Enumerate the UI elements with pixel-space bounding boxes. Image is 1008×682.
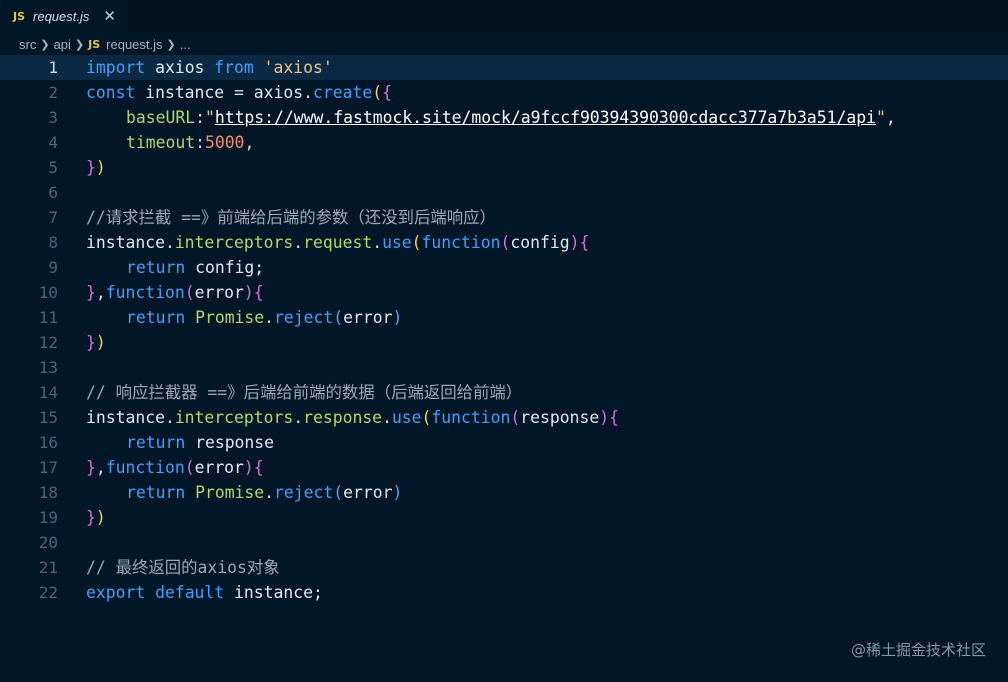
- line-number: 22: [38, 583, 58, 602]
- code-text: },function(error){: [86, 458, 264, 477]
- code-line[interactable]: 21 // 最终返回的axios对象: [0, 555, 1008, 580]
- code-line[interactable]: 6: [0, 180, 1008, 205]
- line-number: 1: [48, 58, 58, 77]
- code-line[interactable]: 19 }): [0, 505, 1008, 530]
- chevron-right-icon: ❯: [40, 38, 50, 51]
- tab-label: request.js: [33, 8, 90, 24]
- code-text: timeout:5000,: [126, 133, 255, 152]
- line-number: 5: [48, 158, 58, 177]
- line-number: 16: [38, 433, 58, 452]
- line-number: 6: [48, 183, 58, 202]
- line-number: 13: [38, 358, 58, 377]
- code-line[interactable]: 22 export default instance;: [0, 580, 1008, 605]
- line-number: 21: [38, 558, 58, 577]
- code-text: }): [86, 333, 106, 352]
- code-text: }): [86, 158, 106, 177]
- close-icon[interactable]: ✕: [103, 8, 116, 24]
- code-text: import axios from 'axios': [86, 58, 333, 77]
- code-line[interactable]: 14 // 响应拦截器 ==》后端给前端的数据（后端返回给前端）: [0, 380, 1008, 405]
- line-number: 15: [38, 408, 58, 427]
- code-line[interactable]: 12 }): [0, 330, 1008, 355]
- line-number: 8: [48, 233, 58, 252]
- line-number: 3: [48, 108, 58, 127]
- line-number: 14: [38, 383, 58, 402]
- code-line[interactable]: 20: [0, 530, 1008, 555]
- code-line[interactable]: 13: [0, 355, 1008, 380]
- line-number: 12: [38, 333, 58, 352]
- line-number: 20: [38, 533, 58, 552]
- code-text: instance.interceptors.request.use(functi…: [86, 233, 590, 252]
- line-number: 2: [48, 83, 58, 102]
- code-comment: // 最终返回的axios对象: [86, 558, 280, 577]
- code-text: return config;: [126, 258, 265, 277]
- chevron-right-icon: ❯: [166, 38, 176, 51]
- code-line[interactable]: 2 const instance = axios.create({: [0, 80, 1008, 105]
- line-number: 9: [48, 258, 58, 277]
- code-comment: // 响应拦截器 ==》后端给前端的数据（后端返回给前端）: [86, 383, 523, 402]
- code-line[interactable]: 18 return Promise.reject(error): [0, 480, 1008, 505]
- code-comment: //请求拦截 ==》前端给后端的参数（还没到后端响应）: [86, 208, 496, 227]
- breadcrumb: src ❯ api ❯ JS request.js ❯ ...: [0, 33, 1008, 55]
- breadcrumb-item-symbols[interactable]: ...: [180, 37, 191, 52]
- js-file-icon: JS: [13, 9, 26, 23]
- code-line[interactable]: 8 instance.interceptors.request.use(func…: [0, 230, 1008, 255]
- watermark: @稀土掘金技术社区: [850, 641, 986, 659]
- tab-request-js[interactable]: JS request.js ✕: [0, 0, 128, 32]
- line-number: 7: [48, 208, 58, 227]
- code-text: return Promise.reject(error): [126, 483, 403, 502]
- line-number: 11: [38, 308, 58, 327]
- code-text: },function(error){: [86, 283, 264, 302]
- chevron-right-icon: ❯: [74, 38, 85, 51]
- code-text: return Promise.reject(error): [126, 308, 403, 327]
- line-number: 17: [38, 458, 58, 477]
- line-number: 4: [48, 133, 58, 152]
- breadcrumb-item-file[interactable]: request.js: [106, 37, 162, 52]
- code-text: instance.interceptors.response.use(funct…: [86, 408, 619, 427]
- code-line[interactable]: 17 },function(error){: [0, 455, 1008, 480]
- code-text: baseURL:"https://www.fastmock.site/mock/…: [126, 108, 896, 127]
- code-line[interactable]: 16 return response: [0, 430, 1008, 455]
- code-text: const instance = axios.create({: [86, 83, 392, 102]
- code-line[interactable]: 15 instance.interceptors.response.use(fu…: [0, 405, 1008, 430]
- code-line[interactable]: 3 baseURL:"https://www.fastmock.site/moc…: [0, 105, 1008, 130]
- code-line[interactable]: 9 return config;: [0, 255, 1008, 280]
- js-file-icon: JS: [88, 37, 101, 51]
- breadcrumb-item-api[interactable]: api: [54, 37, 71, 52]
- code-line[interactable]: 11 return Promise.reject(error): [0, 305, 1008, 330]
- code-line[interactable]: 1 import axios from 'axios': [0, 55, 1008, 80]
- line-number: 19: [38, 508, 58, 527]
- code-text: export default instance;: [86, 583, 323, 602]
- code-line[interactable]: 10 },function(error){: [0, 280, 1008, 305]
- line-number: 10: [38, 283, 58, 302]
- breadcrumb-item-src[interactable]: src: [19, 37, 36, 52]
- tab-bar: JS request.js ✕: [0, 0, 1008, 32]
- code-line[interactable]: 7 //请求拦截 ==》前端给后端的参数（还没到后端响应）: [0, 205, 1008, 230]
- code-line[interactable]: 5 }): [0, 155, 1008, 180]
- line-number: 18: [38, 483, 58, 502]
- code-text: }): [86, 508, 106, 527]
- code-editor[interactable]: 1 import axios from 'axios' 2 const inst…: [0, 55, 1008, 682]
- code-line[interactable]: 4 timeout:5000,: [0, 130, 1008, 155]
- code-text: return response: [126, 433, 275, 452]
